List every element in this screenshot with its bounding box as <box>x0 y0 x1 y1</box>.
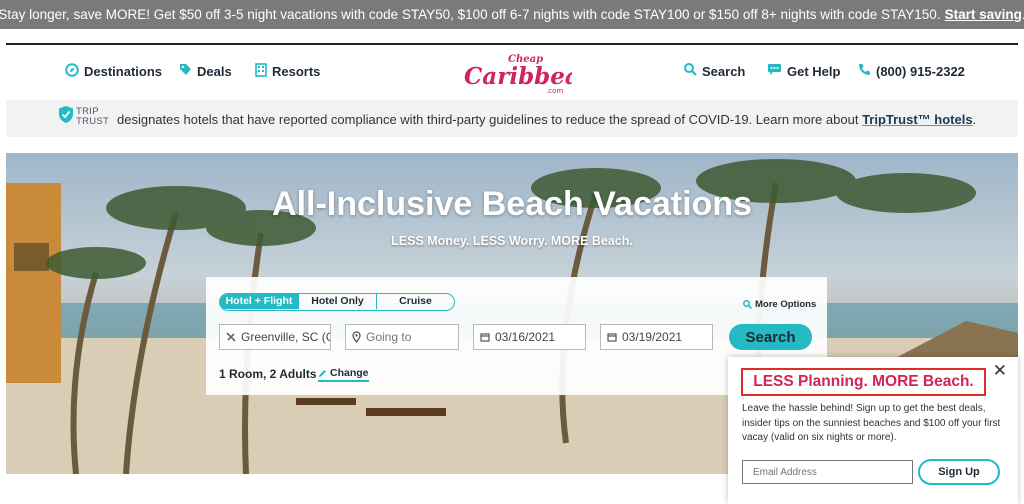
origin-input[interactable] <box>241 330 330 344</box>
nav-get-help-label: Get Help <box>787 63 841 79</box>
nav-get-help[interactable]: Get Help <box>767 63 840 79</box>
origin-field[interactable] <box>219 324 331 350</box>
triptrust-logo-line2: TRUST <box>76 116 110 127</box>
triptrust-trailing: . <box>972 112 977 127</box>
email-field[interactable] <box>742 460 913 484</box>
map-pin-icon <box>352 331 361 343</box>
check-in-value: 03/16/2021 <box>495 330 556 344</box>
tab-hotel-flight[interactable]: Hotel + Flight <box>220 294 298 309</box>
tag-icon <box>179 63 192 79</box>
building-icon <box>255 63 267 80</box>
trip-type-tabs: Hotel + Flight Hotel Only Cruise <box>219 293 455 311</box>
email-input[interactable] <box>753 466 912 478</box>
check-out-field[interactable]: 03/19/2021 <box>600 324 713 350</box>
pencil-icon <box>318 369 327 378</box>
destination-field[interactable] <box>345 324 459 350</box>
logo-caribbean-text: Caribbean <box>464 63 572 90</box>
hero-subtitle: LESS Money. LESS Worry. MORE Beach. <box>391 234 633 248</box>
phone-icon <box>858 63 871 79</box>
chat-icon <box>767 63 782 79</box>
newsletter-popup: ✕ LESS Planning. MORE Beach. Leave the h… <box>728 357 1018 504</box>
logo-suffix-text: .com <box>546 87 563 95</box>
nav-deals-label: Deals <box>197 63 232 79</box>
nav-phone-label: (800) 915-2322 <box>876 63 965 79</box>
nav-deals[interactable]: Deals <box>179 63 232 79</box>
shield-check-icon <box>58 105 74 129</box>
sign-up-button[interactable]: Sign Up <box>918 459 1000 485</box>
destination-input[interactable] <box>366 330 458 344</box>
nav-destinations-label: Destinations <box>84 64 163 79</box>
triptrust-text: designates hotels that have reported com… <box>117 112 859 127</box>
nav-resorts-label: Resorts <box>272 64 321 79</box>
nav-resorts[interactable]: Resorts <box>255 63 320 80</box>
occupancy-summary: 1 Room, 2 Adults <box>219 367 317 381</box>
popup-headline: LESS Planning. MORE Beach. <box>741 368 986 396</box>
popup-body-text: Leave the hassle behind! Sign up to get … <box>742 403 1001 443</box>
promo-banner: Stay longer, save MORE! Get $50 off 3-5 … <box>0 0 1024 29</box>
tab-hotel-only[interactable]: Hotel Only <box>298 294 376 309</box>
search-button[interactable]: Search <box>729 324 812 350</box>
calendar-icon <box>607 332 617 342</box>
change-occupancy-link[interactable]: Change <box>318 367 369 382</box>
nav-phone[interactable]: (800) 915-2322 <box>858 63 965 79</box>
hero-title: All-Inclusive Beach Vacations <box>272 185 752 223</box>
nav-search[interactable]: Search <box>684 63 745 79</box>
compass-icon <box>65 63 79 80</box>
start-saving-link[interactable]: Start saving <box>945 7 1022 22</box>
promo-text: Stay longer, save MORE! Get $50 off 3-5 … <box>0 7 941 22</box>
search-icon <box>743 300 752 309</box>
cheapcaribbean-logo[interactable]: Cheap Caribbean .com <box>462 51 597 95</box>
check-out-value: 03/19/2021 <box>622 330 683 344</box>
plane-icon <box>226 332 236 342</box>
close-icon[interactable]: ✕ <box>993 361 1007 381</box>
more-options-link[interactable]: More Options <box>743 299 816 310</box>
calendar-icon <box>480 332 490 342</box>
search-icon <box>684 63 697 79</box>
change-label: Change <box>330 367 369 379</box>
triptrust-logo: TRIP TRUST <box>58 105 109 129</box>
nav-destinations[interactable]: Destinations <box>65 63 162 80</box>
triptrust-message: designates hotels that have reported com… <box>117 112 976 127</box>
check-in-field[interactable]: 03/16/2021 <box>473 324 586 350</box>
triptrust-banner: TRIP TRUST designates hotels that have r… <box>6 100 1018 137</box>
site-header: Destinations Deals Resorts Cheap Caribbe… <box>6 45 1018 100</box>
tab-cruise[interactable]: Cruise <box>376 294 454 309</box>
nav-search-label: Search <box>702 63 746 79</box>
more-options-label: More Options <box>755 299 817 310</box>
triptrust-hotels-link[interactable]: TripTrust™ hotels <box>862 112 973 127</box>
